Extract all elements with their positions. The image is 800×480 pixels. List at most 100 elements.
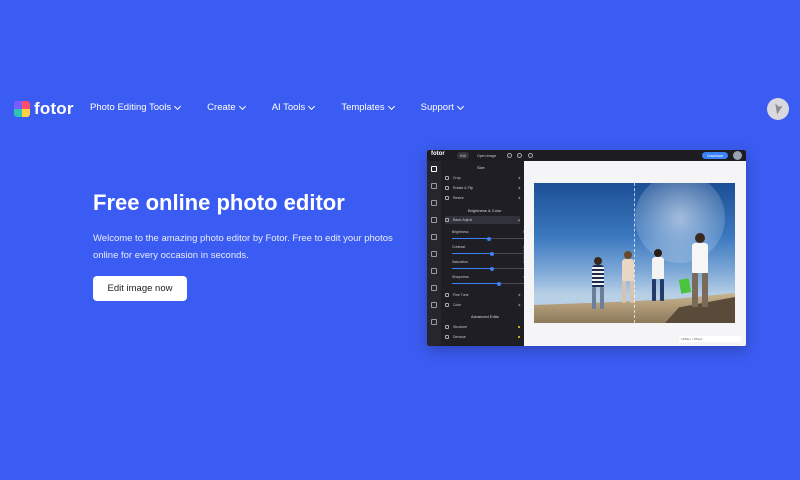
contrast-slider[interactable] (452, 251, 524, 256)
user-avatar[interactable] (767, 98, 789, 120)
download-button[interactable]: Download (702, 152, 728, 159)
item-label: Fine Tune (453, 293, 469, 297)
item-label: Denoise (453, 335, 466, 339)
slider-knob[interactable] (486, 236, 491, 241)
effects-icon[interactable] (431, 183, 437, 189)
nav-support[interactable]: Support (420, 102, 464, 113)
chevron-down-icon (517, 218, 521, 222)
rotate-flip-item[interactable]: Rotate & Flip (445, 184, 521, 192)
nav-label: Templates (341, 102, 385, 113)
color-item[interactable]: Color (445, 301, 521, 309)
undo-icon[interactable] (517, 153, 522, 158)
resize-item[interactable]: Resize (445, 194, 521, 202)
redo-icon[interactable] (528, 153, 533, 158)
nav-label: Create (207, 102, 236, 113)
edit-tab[interactable]: Edit (457, 152, 470, 159)
editor-tool-rail (427, 161, 441, 346)
photo-person (652, 249, 664, 301)
text-icon[interactable] (431, 234, 437, 240)
uploads-icon[interactable] (431, 268, 437, 274)
canvas-photo[interactable] (534, 183, 735, 323)
section-advanced-edits: Advanced Edits (471, 314, 499, 319)
slider-label: Saturation (452, 260, 468, 264)
editor-preview: fotor Edit Open Image Download Size Crop… (427, 150, 746, 346)
photo-person (692, 233, 708, 307)
slider-label: Sharpness (452, 275, 469, 279)
logo-text: fotor (34, 99, 74, 118)
crop-icon (445, 176, 449, 180)
adjust-icon[interactable] (431, 166, 437, 172)
ai-tools-icon[interactable] (431, 285, 437, 291)
photo-person (592, 257, 604, 309)
nav-photo-editing-tools[interactable]: Photo Editing Tools (90, 102, 182, 113)
basic-adjust-item[interactable]: Basic Adjust (445, 216, 521, 224)
item-label: Resize (453, 196, 464, 200)
saturation-slider[interactable] (452, 266, 524, 271)
page-title: Free online photo editor (93, 190, 345, 215)
chevron-right-icon (517, 293, 521, 297)
edit-image-now-button[interactable]: Edit image now (93, 276, 187, 301)
denoise-item[interactable]: Denoise (445, 333, 520, 341)
slider-knob[interactable] (490, 266, 495, 271)
fine-tune-item[interactable]: Fine Tune (445, 291, 521, 299)
nav-ai-tools[interactable]: AI Tools (272, 102, 316, 113)
structure-item[interactable]: Structure (445, 323, 520, 331)
plus-icon[interactable] (507, 153, 512, 158)
fine-tune-icon (445, 293, 449, 297)
section-brightness-color: Brightness & Color (468, 208, 502, 213)
chevron-down-icon (174, 102, 182, 110)
item-label: Structure (453, 325, 468, 329)
palette-icon (445, 303, 449, 307)
item-label: Crop (453, 176, 461, 180)
zoom-bar[interactable]: 1280px × 851px (679, 336, 741, 342)
nav-label: Photo Editing Tools (90, 102, 172, 113)
chevron-right-icon (517, 303, 521, 307)
item-label: Color (453, 303, 462, 307)
chevron-right-icon (517, 196, 521, 200)
slider-knob[interactable] (497, 281, 502, 286)
crop-item[interactable]: Crop (445, 174, 521, 182)
zoom-readout: 1280px × 851px (681, 337, 703, 341)
beauty-icon[interactable] (431, 200, 437, 206)
frames-icon[interactable] (431, 217, 437, 223)
main-nav: Photo Editing Tools Create AI Tools Temp… (90, 102, 490, 113)
chevron-down-icon (238, 102, 246, 110)
nav-create[interactable]: Create (207, 102, 246, 113)
chevron-down-icon (308, 102, 316, 110)
brightness-slider[interactable] (452, 236, 524, 241)
sharpness-slider[interactable] (452, 281, 524, 286)
elements-icon[interactable] (431, 251, 437, 257)
premium-badge (517, 335, 520, 339)
sliders-icon (445, 218, 449, 222)
slider-label: Contrast (452, 245, 466, 249)
chevron-right-icon (517, 176, 521, 180)
hero-description: Welcome to the amazing photo editor by F… (93, 233, 393, 261)
chevron-down-icon (387, 102, 395, 110)
denoise-icon (445, 335, 449, 339)
item-label: Basic Adjust (453, 218, 473, 222)
editor-avatar[interactable] (733, 151, 742, 160)
bird-icon (775, 103, 783, 115)
cloud-icon[interactable] (431, 302, 437, 308)
editor-topbar: fotor Edit Open Image Download (427, 150, 746, 161)
fotor-logo[interactable]: fotor (14, 99, 74, 119)
item-label: Rotate & Flip (453, 186, 474, 190)
nav-label: Support (420, 102, 454, 113)
rotate-icon (445, 186, 449, 190)
structure-icon (445, 325, 449, 329)
premium-badge (517, 325, 520, 329)
slider-knob[interactable] (490, 251, 495, 256)
panel-title: Size (477, 165, 485, 170)
more-icon[interactable] (431, 319, 437, 325)
open-image-button[interactable]: Open Image (474, 152, 499, 159)
slider-label: Brightness (452, 230, 469, 234)
editor-logo: fotor (431, 151, 445, 157)
nav-templates[interactable]: Templates (341, 102, 395, 113)
canvas-guide-line (634, 183, 635, 323)
resize-icon (445, 196, 449, 200)
fotor-logo-icon (14, 101, 30, 117)
chevron-down-icon (456, 102, 464, 110)
chevron-right-icon (517, 186, 521, 190)
editor-adjust-panel: Size Crop Rotate & Flip Resize Brightnes… (441, 161, 527, 346)
photo-person (622, 251, 634, 303)
